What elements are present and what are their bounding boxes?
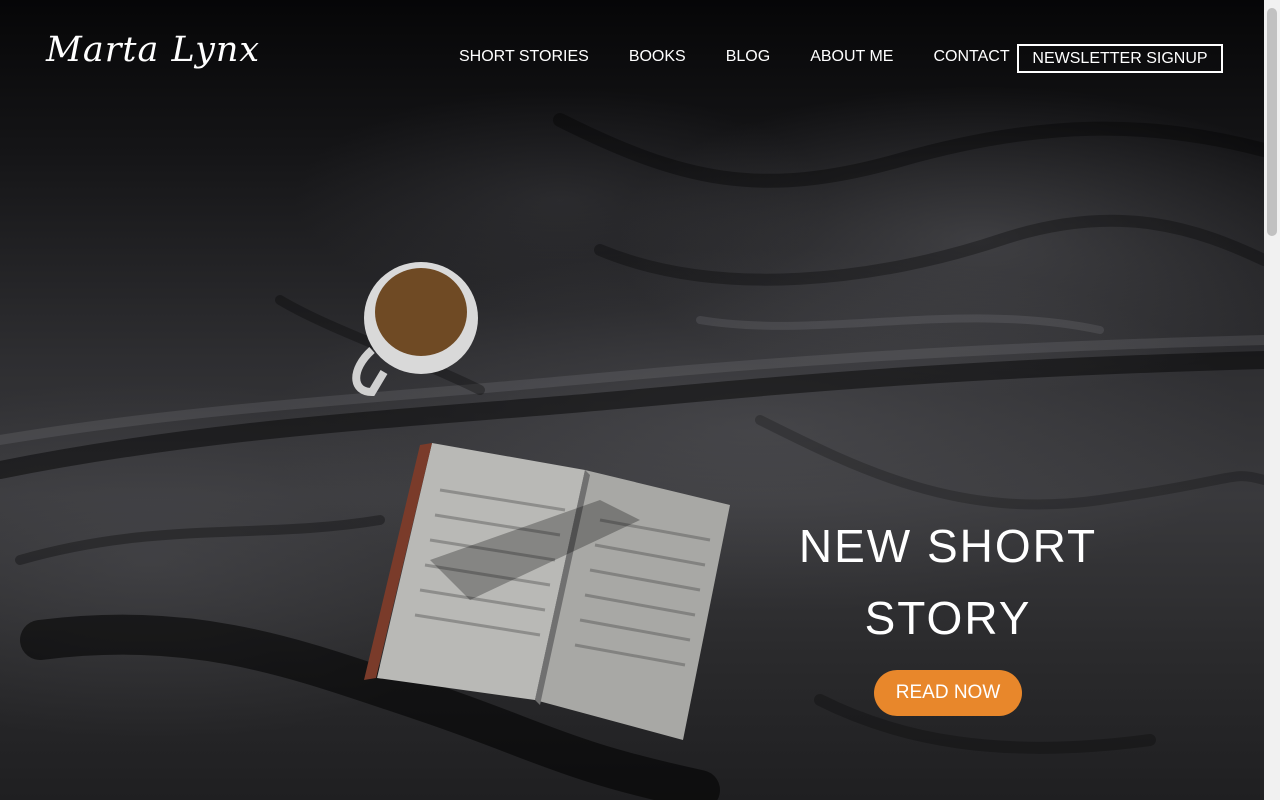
main-navigation: SHORT STORIES BOOKS BLOG ABOUT ME CONTAC…	[459, 47, 1010, 67]
vertical-scrollbar[interactable]	[1264, 0, 1280, 800]
hero-background-image	[0, 0, 1264, 800]
nav-item-books[interactable]: BOOKS	[629, 47, 686, 67]
hero-title-line2: STORY	[864, 592, 1032, 644]
nav-item-about-me[interactable]: ABOUT ME	[810, 47, 893, 67]
site-logo[interactable]: Marta Lynx	[46, 30, 260, 70]
nav-item-short-stories[interactable]: SHORT STORIES	[459, 47, 589, 67]
scrollbar-thumb[interactable]	[1267, 8, 1277, 236]
coffee-cup-graphic	[352, 262, 478, 397]
bedsheet-wrinkles	[0, 113, 1264, 800]
hero-title: NEW SHORT STORY	[760, 510, 1136, 654]
nav-item-blog[interactable]: BLOG	[726, 47, 770, 67]
page: Marta Lynx SHORT STORIES BOOKS BLOG ABOU…	[0, 0, 1280, 800]
newsletter-signup-button[interactable]: NEWSLETTER SIGNUP	[1017, 44, 1223, 73]
read-now-button[interactable]: READ NOW	[874, 670, 1022, 716]
nav-item-contact[interactable]: CONTACT	[933, 47, 1009, 67]
hero-title-line1: NEW SHORT	[798, 520, 1098, 572]
